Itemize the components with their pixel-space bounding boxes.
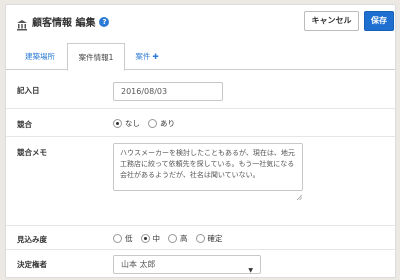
prospect-radio-group: 低 中 高 確定 xyxy=(113,233,231,244)
competition-memo-textarea[interactable]: ハウスメーカーを検討したこともあるが、現在は、地元工務店に絞って依頼先を探してい… xyxy=(113,143,303,191)
competition-none-option[interactable]: なし xyxy=(113,118,140,129)
decision-maker-select[interactable]: 山本 太郎 ▼ xyxy=(113,255,261,274)
save-button[interactable]: 保存 xyxy=(364,11,394,31)
radio-unchecked[interactable] xyxy=(113,234,122,243)
entry-date-input[interactable]: 2016/08/03 xyxy=(113,82,223,101)
prospect-confirmed-label: 確定 xyxy=(207,234,223,243)
radio-unchecked[interactable] xyxy=(168,234,177,243)
radio-unchecked[interactable] xyxy=(148,119,157,128)
tab-add-project[interactable]: 案件 ✚ xyxy=(127,43,167,70)
radio-checked[interactable] xyxy=(113,119,122,128)
panel-header: 顧客情報 編集 ? キャンセル 保存 xyxy=(6,5,395,35)
chevron-down-icon: ▼ xyxy=(248,267,253,274)
prospect-mid-label: 中 xyxy=(152,234,161,243)
competition-radio-group: なし あり xyxy=(113,118,183,129)
competition-memo-label: 競合メモ xyxy=(17,148,47,157)
prospect-label: 見込み度 xyxy=(17,235,47,244)
competition-yes-option[interactable]: あり xyxy=(148,118,175,129)
radio-unchecked[interactable] xyxy=(195,234,205,243)
prospect-low-label: 低 xyxy=(125,234,133,243)
competition-label: 競合 xyxy=(17,120,32,129)
competition-memo-row: 競合メモ ハウスメーカーを検討したこともあるが、現在は、地元工務店に絞って依頼先… xyxy=(6,137,395,226)
prospect-low-option[interactable]: 低 xyxy=(113,233,133,244)
prospect-high-option[interactable]: 高 xyxy=(168,233,188,244)
resize-grip-icon[interactable] xyxy=(296,185,303,201)
tab-add-project-label: 案件 xyxy=(135,52,151,61)
prospect-mid-option[interactable]: 中 xyxy=(140,233,161,244)
help-icon[interactable]: ? xyxy=(99,16,110,27)
prospect-high-label: 高 xyxy=(180,234,188,243)
building-icon xyxy=(16,16,28,30)
tab-project-info-1[interactable]: 案件情報1 xyxy=(67,43,125,71)
decision-maker-value: 山本 太郎 xyxy=(121,260,156,269)
entry-date-label: 記入日 xyxy=(17,86,40,95)
decision-maker-label: 決定権者 xyxy=(17,260,47,269)
tab-bar: 建築場所 案件情報1 案件 ✚ xyxy=(6,43,395,71)
title-area: 顧客情報 編集 ? xyxy=(16,14,110,30)
entry-date-row: 記入日 2016/08/03 xyxy=(6,71,395,109)
radio-checked[interactable] xyxy=(140,234,150,243)
page-title: 顧客情報 編集 xyxy=(32,18,96,29)
tab-building-location[interactable]: 建築場所 xyxy=(14,43,66,70)
prospect-row: 見込み度 低 中 高 確定 xyxy=(6,226,395,250)
customer-edit-panel: 顧客情報 編集 ? キャンセル 保存 建築場所 案件情報1 案件 ✚ 記入日 20… xyxy=(5,4,396,278)
competition-row: 競合 なし あり xyxy=(6,109,395,137)
plus-icon: ✚ xyxy=(152,52,159,61)
competition-none-label: なし xyxy=(125,119,140,128)
prospect-confirmed-option[interactable]: 確定 xyxy=(195,233,223,244)
decision-maker-row: 決定権者 山本 太郎 ▼ xyxy=(6,250,395,277)
cancel-button[interactable]: キャンセル xyxy=(304,11,359,31)
competition-yes-label: あり xyxy=(160,119,175,128)
